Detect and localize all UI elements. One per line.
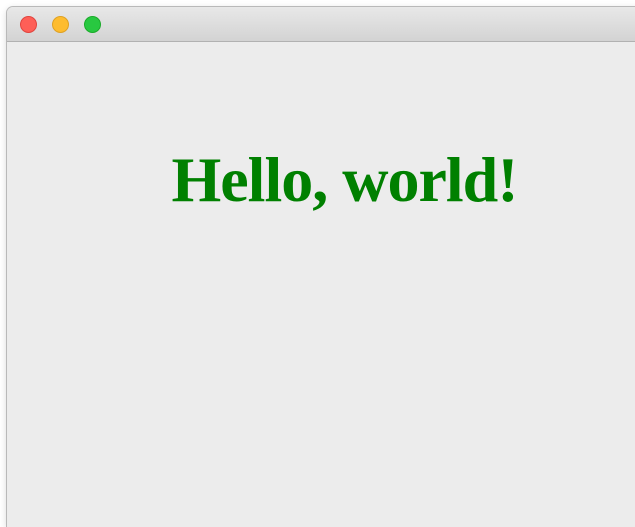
- title-bar[interactable]: [7, 7, 635, 42]
- greeting-heading: Hello, world!: [171, 144, 518, 215]
- window-content: Hello, world!: [7, 42, 635, 527]
- maximize-window-button[interactable]: [84, 16, 101, 33]
- app-window: Hello, world!: [7, 7, 635, 527]
- minimize-window-button[interactable]: [52, 16, 69, 33]
- close-window-button[interactable]: [20, 16, 37, 33]
